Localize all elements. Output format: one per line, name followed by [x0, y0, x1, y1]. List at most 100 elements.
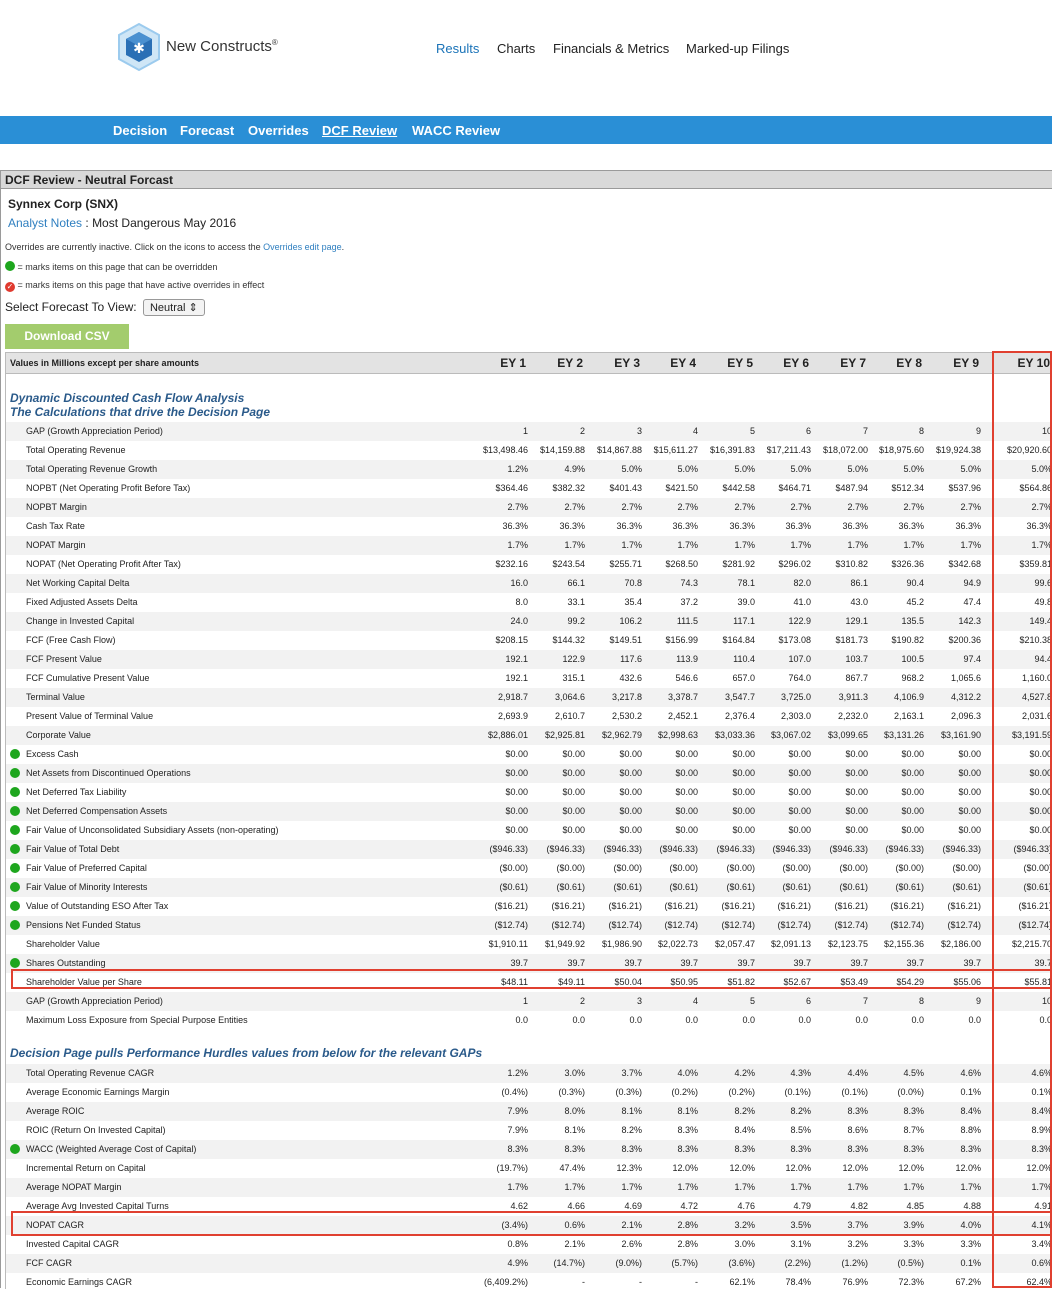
override-dot-icon[interactable]: [10, 768, 20, 778]
green-legend: = marks items on this page that can be o…: [5, 261, 217, 272]
row-label: GAP (Growth Appreciation Period): [26, 426, 163, 436]
row-label: Average NOPAT Margin: [26, 1182, 122, 1192]
subnav-overrides[interactable]: Overrides: [248, 123, 309, 138]
table-row: Net Deferred Compensation Assets $0.00 $0.…: [6, 802, 1052, 821]
row-value: $0.00: [958, 768, 981, 778]
download-csv-button[interactable]: Download CSV: [5, 324, 129, 349]
override-dot-icon[interactable]: [10, 920, 20, 930]
row-value: 97.4: [963, 654, 981, 664]
red-check-icon: ✓: [5, 282, 15, 292]
subnav-wacc-review[interactable]: WACC Review: [412, 123, 500, 138]
override-dot-icon[interactable]: [10, 806, 20, 816]
value-per-share-highlight-box: [11, 969, 1052, 989]
table-units-label: Values in Millions except per share amou…: [10, 358, 200, 368]
row-value: $19,924.38: [935, 445, 981, 455]
override-dot-icon[interactable]: [10, 825, 20, 835]
row-value: $0.00: [958, 749, 981, 759]
nav-charts[interactable]: Charts: [497, 41, 535, 56]
brand-name: New Constructs®: [166, 38, 278, 55]
table-row: Invested Capital CAGR 0.8% 2.1% 2.6% 2.8% 3.0…: [6, 1235, 1052, 1254]
row-value: ($12.74): [947, 920, 981, 930]
table-row: Total Operating Revenue Growth 1.2% 4.9% 5.…: [6, 460, 1052, 479]
row-value: 2,096.3: [950, 711, 981, 721]
row-value: 0.0: [968, 1015, 981, 1025]
row-value: 1.7%: [960, 1182, 981, 1192]
row-label: Incremental Return on Capital: [26, 1163, 146, 1173]
override-dot-icon[interactable]: [10, 844, 20, 854]
table-row: Fair Value of Preferred Capital ($0.00) ($…: [6, 859, 1052, 878]
table-row: Fair Value of Minority Interests ($0.61)(…: [6, 878, 1052, 897]
override-dot-icon[interactable]: [10, 863, 20, 873]
row-label: Average Avg Invested Capital Turns: [26, 1201, 169, 1211]
subnav-dcf-review[interactable]: DCF Review: [322, 123, 397, 138]
row-value: $0.00: [958, 825, 981, 835]
table-row: NOPBT (Net Operating Profit Before Tax) $…: [6, 479, 1052, 498]
table-row: Economic Earnings CAGR (6,409.2%) - - -62.1%…: [6, 1273, 1052, 1292]
row-value: $200.36: [948, 635, 981, 645]
table-row: Pensions Net Funded Status ($12.74) ($12.7…: [6, 916, 1052, 935]
row-label: Corporate Value: [26, 730, 91, 740]
override-dot-icon[interactable]: [10, 1144, 20, 1154]
header: ✱ New Constructs® Results Charts Financi…: [0, 0, 1052, 115]
row-label: FCF CAGR: [26, 1258, 72, 1268]
row-label: Shares Outstanding: [26, 958, 106, 968]
table-row: NOPAT Margin 1.7% 1.7% 1.7% 1.7% 1.7% 1.7% 1.7%…: [6, 536, 1052, 555]
table-row: Net Working Capital Delta 16.0 66.1 70.8 74.…: [6, 574, 1052, 593]
row-value: 94.9: [963, 578, 981, 588]
new-constructs-logo[interactable]: ✱: [116, 22, 162, 72]
row-value: 4.6%: [960, 1068, 981, 1078]
ey10-highlight-box: [992, 351, 1052, 1288]
overrides-edit-link[interactable]: Overrides edit page: [263, 242, 342, 252]
row-value: 0.1%: [960, 1258, 981, 1268]
table-row: FCF (Free Cash Flow) $208.15 $144.32 $149.5…: [6, 631, 1052, 650]
table-row: GAP (Growth Appreciation Period) 1 2 3 4 5 6 7 8…: [6, 992, 1052, 1011]
subnav-forecast[interactable]: Forecast: [180, 123, 234, 138]
row-label: Excess Cash: [26, 749, 79, 759]
subnav-decision[interactable]: Decision: [113, 123, 167, 138]
analyst-notes-link[interactable]: Analyst Notes: [8, 216, 82, 230]
dcf-table: Values in Millions except per share amou…: [5, 352, 1052, 1289]
row-label: Average Economic Earnings Margin: [26, 1087, 170, 1097]
row-value: ($0.00): [952, 863, 981, 873]
row-label: ROIC (Return On Invested Capital): [26, 1125, 166, 1135]
override-dot-icon[interactable]: [10, 787, 20, 797]
row-label: Fair Value of Unconsolidated Subsidiary …: [26, 825, 279, 835]
forecast-select-label: Select Forecast To View:: [5, 300, 137, 314]
row-label: Fair Value of Preferred Capital: [26, 863, 147, 873]
table-row: FCF CAGR 4.9% (14.7%) (9.0%) (5.7%) (3.6%) (2.…: [6, 1254, 1052, 1273]
table-row: Average Economic Earnings Margin (0.4%) (0…: [6, 1083, 1052, 1102]
row-label: NOPBT (Net Operating Profit Before Tax): [26, 483, 191, 493]
table-row: Net Deferred Tax Liability $0.00 $0.00 $0.0…: [6, 783, 1052, 802]
nav-marked-up-filings[interactable]: Marked-up Filings: [686, 41, 789, 56]
row-value: 4,312.2: [950, 692, 981, 702]
nav-results[interactable]: Results: [436, 41, 479, 56]
forecast-select[interactable]: Neutral ⇕: [142, 299, 205, 316]
row-label: Net Deferred Tax Liability: [26, 787, 127, 797]
row-label: Pensions Net Funded Status: [26, 920, 141, 930]
table-row: Average NOPAT Margin 1.7% 1.7% 1.7% 1.7% 1.7%…: [6, 1178, 1052, 1197]
nav-financials-metrics[interactable]: Financials & Metrics: [553, 41, 669, 56]
column-header-ey-6: EY 6: [783, 356, 809, 370]
override-dot-icon[interactable]: [10, 749, 20, 759]
row-value: ($0.61): [952, 882, 981, 892]
override-dot-icon[interactable]: [10, 958, 20, 968]
table-row: Present Value of Terminal Value 2,693.9 2,…: [6, 707, 1052, 726]
row-value: 3.3%: [960, 1239, 981, 1249]
row-value: 36.3%: [955, 521, 981, 531]
column-header-ey-4: EY 4: [670, 356, 696, 370]
table-row: Change in Invested Capital 24.0 99.2 106.2 1…: [6, 612, 1052, 631]
override-dot-icon[interactable]: [10, 882, 20, 892]
row-label: Invested Capital CAGR: [26, 1239, 120, 1249]
table-row: WACC (Weighted Average Cost of Capital) 8…: [6, 1140, 1052, 1159]
table-row: FCF Present Value 192.1 122.9 117.6 113.9 110…: [6, 650, 1052, 669]
row-value: $0.00: [958, 806, 981, 816]
row-value: 5.0%: [960, 464, 981, 474]
section-dcf-analysis: Dynamic Discounted Cash Flow Analysis Th…: [10, 391, 271, 419]
select-arrows-icon: ⇕: [188, 302, 198, 314]
override-dot-icon[interactable]: [10, 901, 20, 911]
row-value: 9: [975, 426, 981, 436]
table-row: Excess Cash $0.00 $0.00 $0.00 $0.00 $0.00 $0.0…: [6, 745, 1052, 764]
row-value: 47.4: [963, 597, 981, 607]
table-row: Net Assets from Discontinued Operations $…: [6, 764, 1052, 783]
table-row: Value of Outstanding ESO After Tax ($16.2…: [6, 897, 1052, 916]
